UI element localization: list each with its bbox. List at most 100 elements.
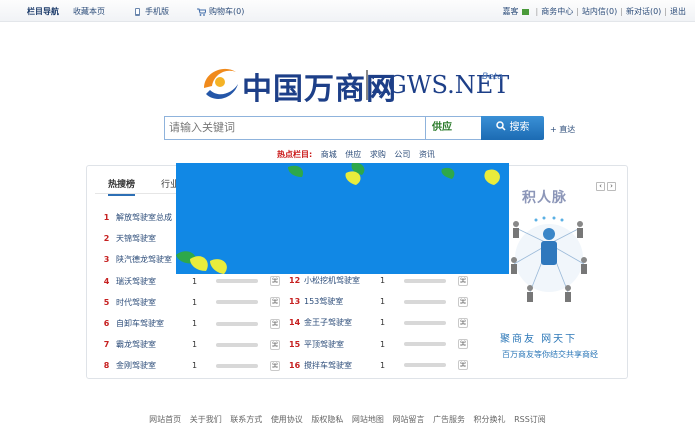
site-logo[interactable]: 中国万商网 ZGWS.NET Beta [198,58,538,108]
ranking-row: 7 霸龙驾驶室 1 ⌘ [101,334,280,355]
footer-link-rss[interactable]: RSS订阅 [514,415,546,424]
mobile-link[interactable]: 手机版 [133,6,183,17]
link-icon[interactable]: ⌘ [270,318,280,329]
rank-item-link[interactable]: 搅拌车驾驶室 [304,360,380,371]
rank-number: 16 [289,360,301,370]
rank-number: 2 [103,234,110,244]
link-icon[interactable]: ⌘ [458,296,468,307]
ad-title: 积人脉 [522,190,567,206]
ranking-list-right: 12 小松挖机驾驶室 1 ⌘ 13 153驾驶室 1 ⌘ 14 金王子驾驶室 1… [289,270,468,376]
cart-link[interactable]: 购物车(0) [197,6,258,17]
footer-link-home[interactable]: 网站首页 [149,415,181,424]
rank-bar [404,299,446,304]
bookmark-link[interactable]: 收藏本页 [73,6,119,17]
rank-number: 13 [289,297,301,307]
people-network-icon [511,216,587,302]
prev-arrow-icon[interactable]: ‹ [596,182,605,191]
rank-bar [216,300,258,305]
link-icon[interactable]: ⌘ [458,317,468,328]
rank-bar [216,363,258,368]
logout-link[interactable]: 退出 [670,6,686,17]
link-icon[interactable]: ⌘ [458,360,468,371]
rank-item-link[interactable]: 平顶驾驶室 [304,339,380,350]
direct-link[interactable]: + 直达 [550,124,575,135]
new-chat-link[interactable]: 新对话(0) [626,6,661,17]
bookmark-label: 收藏本页 [73,7,105,16]
footer-link-privacy[interactable]: 版权隐私 [311,415,343,424]
rank-number: 14 [289,318,301,328]
rank-count: 1 [380,339,386,349]
beta-badge: Beta [482,72,503,82]
rank-item-link[interactable]: 时代驾驶室 [116,297,192,308]
ranking-row: 6 自卸车驾驶室 1 ⌘ [101,313,280,334]
popup-overlay[interactable] [176,163,509,274]
next-arrow-icon[interactable]: › [607,182,616,191]
footer-link-contact[interactable]: 联系方式 [230,415,262,424]
rank-item-link[interactable]: 瑞沃驾驶室 [116,276,192,287]
hot-link-news[interactable]: 资讯 [419,150,435,159]
rank-bar [404,278,446,283]
rank-item-link[interactable]: 小松挖机驾驶室 [304,275,380,286]
hot-link-buy[interactable]: 求购 [370,150,386,159]
rank-count: 1 [192,297,198,307]
hot-link-supply[interactable]: 供应 [345,150,361,159]
rank-count: 1 [380,297,386,307]
rank-number: 4 [103,276,110,286]
separator: | [664,7,667,16]
rank-bar [404,320,446,325]
rank-count: 1 [192,361,198,371]
search-button[interactable]: 搜索 [481,116,544,140]
hot-link-mall[interactable]: 商城 [321,150,337,159]
inbox-link[interactable]: 站内信(0) [582,6,617,17]
rank-number: 1 [103,213,110,223]
footer-link-sitemap[interactable]: 网站地图 [352,415,384,424]
footer-link-about[interactable]: 关于我们 [190,415,222,424]
search-input[interactable]: 请输入关键词 [164,116,426,140]
nav-menu-link[interactable]: 栏目导航 [27,6,59,17]
separator: | [535,7,539,16]
link-icon[interactable]: ⌘ [270,360,280,371]
rank-item-link[interactable]: 金王子驾驶室 [304,317,380,328]
rank-count: 1 [192,276,198,286]
separator: | [620,7,623,16]
rank-number: 7 [103,340,110,350]
link-icon[interactable]: ⌘ [458,339,468,350]
hot-link-company[interactable]: 公司 [394,150,410,159]
search-bar: 请输入关键词 供应 搜索 + 直达 [164,116,575,140]
rank-item-link[interactable]: 金刚驾驶室 [116,360,192,371]
rank-bar [216,342,258,347]
hot-sections: 热点栏目: 商城 供应 求购 公司 资讯 [277,149,441,160]
ranking-row: 15 平顶驾驶室 1 ⌘ [289,334,468,355]
user-name: 嘉客 [502,7,519,16]
rank-item-link[interactable]: 霸龙驾驶室 [116,339,192,350]
business-center-link[interactable]: 商务中心 [541,6,573,17]
rank-number: 3 [103,255,110,265]
rank-item-link[interactable]: 自卸车驾驶室 [116,318,192,329]
rank-count: 1 [192,340,198,350]
ranking-row: 14 金王子驾驶室 1 ⌘ [289,312,468,333]
footer-link-ads[interactable]: 广告服务 [433,415,465,424]
hot-label: 热点栏目: [277,150,313,159]
network-ad[interactable]: ‹ › 积人脉 聚商友 网天下 百万商友等你结交共享商经 [476,180,620,366]
footer-links: 网站首页 关于我们 联系方式 使用协议 版权隐私 网站地图 网站留言 广告服务 … [0,414,695,425]
footer-link-points[interactable]: 积分换礼 [474,415,506,424]
footer-link-terms[interactable]: 使用协议 [271,415,303,424]
footer-link-feedback[interactable]: 网站留言 [392,415,424,424]
rank-item-link[interactable]: 153驾驶室 [304,296,380,307]
separator: | [576,7,579,16]
mobile-icon [135,7,140,16]
rank-count: 1 [380,360,386,370]
rank-bar [404,363,446,368]
direct-label: 直达 [559,125,576,134]
user-badge-icon [521,8,529,15]
logo-swirl-icon [204,68,238,99]
link-icon[interactable]: ⌘ [270,276,280,287]
link-icon[interactable]: ⌘ [458,275,468,286]
mobile-label: 手机版 [145,7,169,16]
link-icon[interactable]: ⌘ [270,339,280,350]
link-icon[interactable]: ⌘ [270,297,280,308]
rank-count: 1 [192,319,198,329]
rank-number: 8 [103,361,110,371]
rank-count: 1 [380,276,386,286]
search-category-select[interactable]: 供应 [426,116,482,140]
